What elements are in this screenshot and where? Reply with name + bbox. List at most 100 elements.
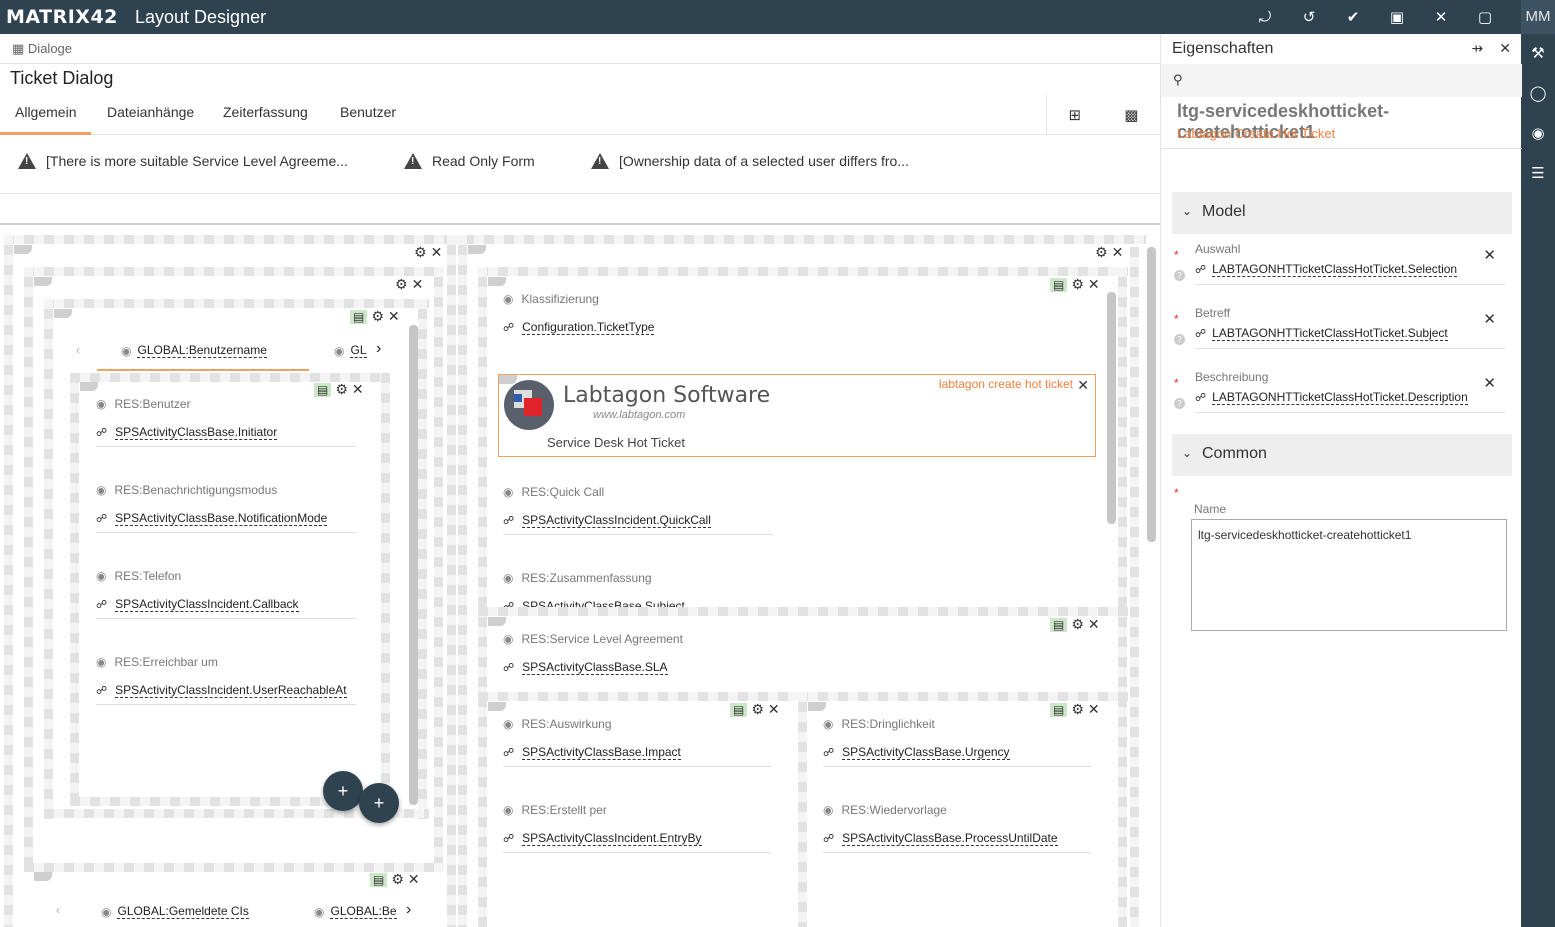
tab-benutzer[interactable]: Benutzer [325,95,411,135]
field-klassifizierung[interactable]: ◉ Klassifizierung ☍ Configuration.TicketTy… [503,292,773,341]
close-icon[interactable]: ✕ [412,276,424,293]
pin-icon[interactable]: ⇸ [1472,40,1484,57]
canvas-scrollbar[interactable] [1147,247,1156,542]
nav-tab-gemeldete-cis[interactable]: ◉ GLOBAL:Gemeldete CIs [101,904,249,919]
help-icon[interactable]: ? [1174,270,1185,281]
layout-icon[interactable]: ▤ [1050,617,1068,632]
warning-item[interactable]: [There is more suitable Service Level Ag… [18,153,348,169]
clear-icon[interactable]: ✕ [1483,374,1496,392]
undo-icon[interactable]: ↺ [1287,8,1331,26]
close-icon[interactable]: ✕ [1088,701,1100,718]
field-telefon[interactable]: ◉ RES:Telefon ☍ SPSActivityClassIncident.C… [96,569,356,619]
close-icon[interactable]: ✕ [1112,244,1124,261]
drag-handle[interactable] [808,702,826,711]
warning-item[interactable]: [Ownership data of a selected user diffe… [591,153,909,169]
chevron-left-icon[interactable]: ‹ [56,903,60,917]
nav-tab-benutzername[interactable]: ◉ GLOBAL:Benutzername [121,343,267,358]
add-button[interactable]: + [323,771,363,811]
chevron-left-icon[interactable]: ‹ [76,343,80,357]
check-all-icon[interactable]: ✔ [1331,8,1375,26]
gear-icon[interactable]: ⚙ [1071,616,1084,633]
layout-icon[interactable]: ▤ [314,382,332,397]
clear-icon[interactable]: ✕ [1483,246,1496,264]
help-icon[interactable]: ? [1174,398,1185,409]
layout-icon[interactable]: ▤ [1050,702,1068,717]
property-auswahl[interactable]: * Auswahl ? ☍ LABTAGONHTTicketClassHotTic… [1172,242,1512,306]
gear-icon[interactable]: ⚙ [391,871,404,888]
wrench-icon[interactable]: ⚒ [1521,34,1555,74]
breadcrumb[interactable]: ▦ Dialoge [12,41,72,57]
gear-icon[interactable]: ⚙ [414,244,427,261]
drag-handle[interactable] [488,277,506,286]
layout-icon[interactable]: ▤ [370,872,388,887]
delete-tab-icon[interactable]: ▩ [1124,106,1138,124]
drag-handle[interactable] [80,382,98,391]
drag-handle[interactable] [468,245,486,254]
drag-handle[interactable] [499,375,517,384]
close-icon[interactable]: ✕ [408,871,420,888]
layout-icon[interactable]: ▤ [730,702,748,717]
gear-icon[interactable]: ⚙ [1095,244,1108,261]
field-wiedervorlage[interactable]: ◉ RES:Wiedervorlage ☍ SPSActivityClassBase… [823,803,1091,853]
name-field[interactable]: ltg-servicedeskhotticket-createhotticket… [1191,519,1507,631]
close-icon[interactable]: ✕ [431,244,443,261]
nav-tab-be[interactable]: ◉ GLOBAL:Be [314,904,397,919]
breadcrumb-item[interactable]: Dialoge [28,41,72,56]
close-icon[interactable]: ✕ [1419,8,1463,26]
property-beschreibung[interactable]: * Beschreibung ? ☍ LABTAGONHTTicketClassH… [1172,370,1512,434]
property-betreff[interactable]: * Betreff ? ☍ LABTAGONHTTicketClassHotTic… [1172,306,1512,370]
gear-icon[interactable]: ⚙ [751,701,764,718]
save-icon[interactable]: ▣ [1375,8,1419,26]
drag-handle[interactable] [34,277,52,286]
tree-icon[interactable]: ◯ [1521,74,1555,114]
globe-icon[interactable]: ◉ [1521,114,1555,154]
chevron-right-icon[interactable]: › [376,340,381,358]
layout-icon[interactable]: ▤ [350,309,368,324]
field-benachrichtigungsmodus[interactable]: ◉ RES:Benachrichtigungsmodus ☍ SPSActivity… [96,483,356,533]
add-button[interactable]: + [359,783,399,823]
panel-scrollbar[interactable] [409,325,418,805]
clear-icon[interactable]: ✕ [1483,310,1496,328]
gear-icon[interactable]: ⚙ [335,381,348,398]
tab-allgemein[interactable]: Allgemein [0,95,92,135]
section-common[interactable]: ⌄ Common [1172,434,1512,476]
drag-handle[interactable] [488,617,506,626]
layout-icon[interactable]: ▤ [1050,277,1068,292]
share-icon[interactable]: ⤾ [1243,9,1287,26]
field-auswirkung[interactable]: ◉ RES:Auswirkung ☍ SPSActivityClassBase.Im… [503,717,771,767]
drag-handle[interactable] [488,702,506,711]
field-erreichbar-um[interactable]: ◉ RES:Erreichbar um ☍ SPSActivityClassInci… [96,655,356,705]
gear-icon[interactable]: ⚙ [395,276,408,293]
close-icon[interactable]: ✕ [768,701,780,718]
field-quick-call[interactable]: ◉ RES:Quick Call ☍ SPSActivityClassInciden… [503,485,773,535]
close-icon[interactable]: ✕ [1499,40,1511,57]
close-icon[interactable]: ✕ [1088,276,1100,293]
field-zusammenfassung[interactable]: ◉ RES:Zusammenfassung ☍ SPSActivityClassBa… [503,571,773,607]
nav-tab-gl[interactable]: ◉ GL [334,343,367,358]
field-benutzer[interactable]: ◉ RES:Benutzer ☍ SPSActivityClassBase.Init… [96,397,356,447]
add-tab-icon[interactable]: ⊞ [1069,106,1082,124]
warning-item[interactable]: Read Only Form [404,153,535,169]
section-model[interactable]: ⌄ Model [1172,192,1512,234]
close-icon[interactable]: ✕ [352,381,364,398]
close-icon[interactable]: ✕ [1088,616,1100,633]
sliders-icon[interactable]: ☰ [1521,154,1555,194]
tab-zeiterfassung[interactable]: Zeiterfassung [208,95,323,135]
close-icon[interactable]: ✕ [1077,377,1089,394]
panel-scrollbar[interactable] [1107,292,1116,524]
help-icon[interactable]: ? [1174,334,1185,345]
gear-icon[interactable]: ⚙ [1071,276,1084,293]
drag-handle[interactable] [14,245,32,254]
gear-icon[interactable]: ⚙ [1071,701,1084,718]
drag-handle[interactable] [34,872,52,881]
user-avatar[interactable]: MM [1521,0,1555,34]
field-service-level-agreement[interactable]: ◉ RES:Service Level Agreement ☍ SPSActivit… [503,632,773,681]
field-erstellt-per[interactable]: ◉ RES:Erstellt per ☍ SPSActivityClassIncid… [503,803,771,853]
field-dringlichkeit[interactable]: ◉ RES:Dringlichkeit ☍ SPSActivityClassBase… [823,717,1091,767]
gear-icon[interactable]: ⚙ [371,308,384,325]
drag-handle[interactable] [54,309,72,318]
chevron-right-icon[interactable]: › [406,901,411,919]
hot-ticket-component[interactable]: Labtagon Software www.labtagon.com labta… [498,374,1096,457]
close-icon[interactable]: ✕ [388,308,400,325]
tab-dateianhaenge[interactable]: Dateianhänge [92,95,209,135]
